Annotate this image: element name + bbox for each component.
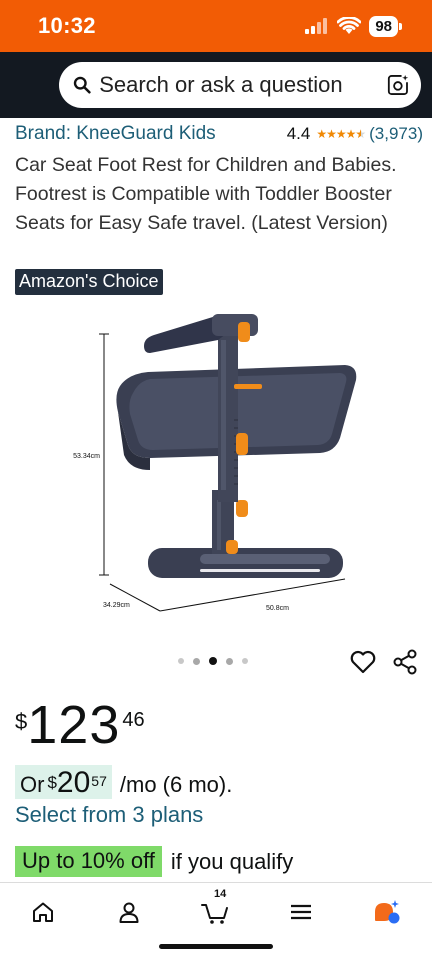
share-icon[interactable] — [393, 649, 417, 675]
heart-icon[interactable] — [349, 649, 377, 675]
cellular-signal-icon — [305, 18, 328, 34]
brand-link[interactable]: Brand: KneeGuard Kids — [15, 123, 216, 145]
discount-text: if you qualify — [170, 848, 294, 874]
search-icon — [73, 76, 91, 94]
account-icon — [119, 902, 139, 923]
nav-rufus-assistant[interactable] — [366, 895, 406, 929]
monthly-price-whole: 20 — [56, 766, 91, 799]
carousel-dot[interactable] — [226, 657, 233, 665]
nav-cart[interactable] — [195, 895, 235, 929]
rufus-assistant-icon — [375, 900, 400, 924]
price-fraction: 46 — [122, 709, 145, 731]
brand-rating-row: Brand: KneeGuard Kids 4.4 ★★★★★★ (3,973) — [15, 123, 423, 145]
menu-icon — [291, 904, 311, 920]
star-rating-icon: ★★★★★★ — [316, 127, 366, 141]
monthly-price-fraction: 57 — [91, 773, 107, 789]
monthly-suffix: /mo (6 mo). — [119, 772, 233, 797]
search-header — [0, 52, 432, 118]
rating[interactable]: 4.4 ★★★★★★ (3,973) — [287, 124, 423, 144]
nav-account[interactable] — [109, 895, 149, 929]
carousel-dot[interactable] — [242, 658, 248, 664]
battery-icon: 98 — [369, 15, 402, 37]
status-time: 10:32 — [38, 13, 96, 38]
image-carousel-dots — [178, 657, 248, 665]
price-whole: 123 — [27, 695, 121, 755]
select-plans-link[interactable]: Select from 3 plans — [15, 802, 203, 828]
review-count-link[interactable]: (3,973) — [369, 124, 423, 144]
discount-offer[interactable]: Up to 10% off if you qualify — [15, 846, 293, 877]
dimension-depth-label: 34.29cm — [103, 602, 130, 609]
carousel-dot-active[interactable] — [209, 657, 217, 665]
search-input[interactable] — [99, 72, 388, 98]
price: $ 123 46 — [15, 697, 145, 753]
status-bar: 10:32 98 — [0, 0, 432, 52]
monthly-prefix: Or — [20, 772, 45, 797]
camera-lens-icon[interactable] — [387, 73, 409, 97]
dimension-height-label: 53.34cm — [73, 453, 100, 460]
carousel-dot[interactable] — [178, 658, 184, 664]
search-bar[interactable] — [59, 62, 421, 108]
discount-badge: Up to 10% off — [15, 846, 162, 877]
nav-menu[interactable] — [281, 895, 321, 929]
dimension-width-label: 50.8cm — [266, 605, 289, 612]
nav-home[interactable] — [23, 895, 63, 929]
monthly-payment: Or $ 20 57 /mo (6 mo). — [15, 765, 232, 799]
product-image[interactable]: 53.34cm 34.29cm 50.8cm — [40, 300, 392, 640]
rating-value: 4.4 — [286, 124, 311, 143]
product-title[interactable]: Car Seat Foot Rest for Children and Babi… — [15, 151, 419, 238]
status-icons: 98 — [305, 15, 402, 37]
monthly-price-highlight: Or $ 20 57 — [15, 765, 112, 799]
wifi-icon — [337, 17, 362, 34]
carousel-dot[interactable] — [193, 657, 200, 665]
amazons-choice-badge[interactable]: Amazon's Choice — [15, 269, 163, 295]
home-indicator — [159, 944, 273, 949]
price-currency-symbol: $ — [15, 709, 28, 734]
cart-icon — [201, 904, 228, 924]
monthly-currency-symbol: $ — [47, 773, 57, 792]
cart-count-badge: 14 — [214, 888, 227, 900]
home-icon — [33, 902, 53, 922]
